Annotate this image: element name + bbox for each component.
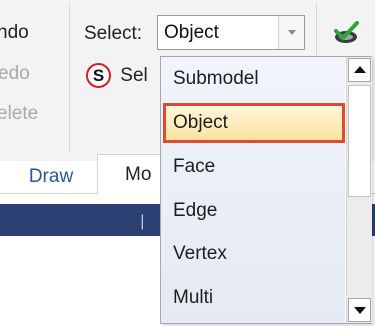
dropdown-scrollbar[interactable] xyxy=(346,57,372,323)
option-multi[interactable]: Multi xyxy=(163,278,345,318)
option-submodel[interactable]: Submodel xyxy=(163,59,345,99)
option-object[interactable]: Object xyxy=(163,103,345,143)
green-selection-icon[interactable] xyxy=(332,20,360,46)
select-combobox[interactable]: Object xyxy=(157,15,305,50)
ribbon-separator xyxy=(69,2,70,152)
option-vertex[interactable]: Vertex xyxy=(163,234,345,274)
tab-draw[interactable]: Draw xyxy=(14,160,88,194)
option-edge[interactable]: Edge xyxy=(163,191,345,231)
ribbon-separator xyxy=(316,2,317,57)
scroll-down-icon[interactable] xyxy=(348,298,371,322)
sel-item[interactable]: S Sel xyxy=(86,63,148,93)
delete-button[interactable]: elete xyxy=(0,101,38,127)
undo-button[interactable]: ndo xyxy=(0,20,29,46)
s-circle-icon: S xyxy=(86,63,111,88)
redo-button[interactable]: edo xyxy=(0,61,30,87)
scroll-up-icon[interactable] xyxy=(348,58,371,82)
chevron-down-icon[interactable] xyxy=(278,16,304,49)
scroll-thumb[interactable] xyxy=(348,85,371,197)
pin-icon[interactable]: ❘ xyxy=(136,212,149,230)
select-label: Select: xyxy=(84,23,143,44)
sel-item-label: Sel xyxy=(120,64,148,86)
select-combobox-value: Object xyxy=(164,22,219,43)
select-dropdown-list[interactable]: Submodel Object Face Edge Vertex Multi xyxy=(160,56,372,324)
option-face[interactable]: Face xyxy=(163,147,345,187)
dropdown-options: Submodel Object Face Edge Vertex Multi xyxy=(161,57,345,323)
tab-mo[interactable]: Mo xyxy=(97,154,165,194)
